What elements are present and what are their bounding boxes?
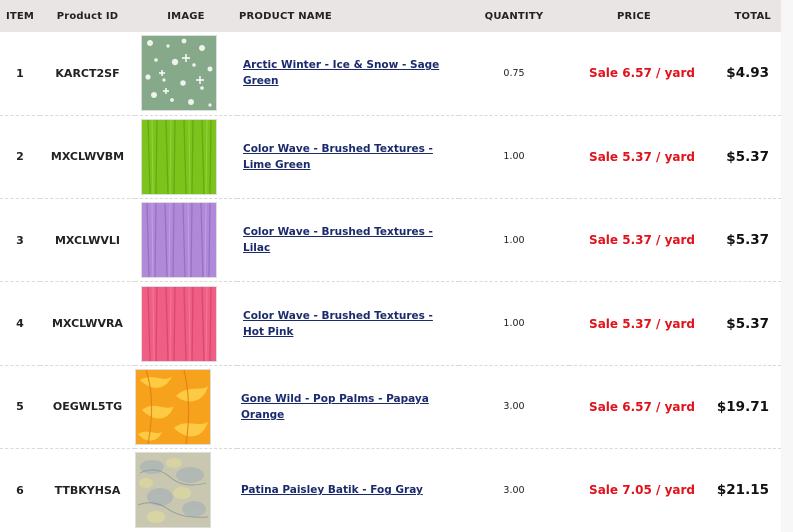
product-name-cell: Color Wave - Brushed Textures - Lime Gre… [237, 115, 459, 198]
sale-price: Sale 5.37 / yard [589, 149, 695, 164]
header-total: TOTAL [734, 10, 771, 22]
table-header-row: ITEM Product ID IMAGE PRODUCT NAME QUANT… [0, 0, 781, 32]
product-swatch-image[interactable] [141, 35, 217, 112]
product-image-cell [135, 115, 237, 198]
product-name-link[interactable]: Color Wave - Brushed Textures - Hot Pink [243, 308, 453, 340]
quantity: 1.00 [503, 151, 525, 163]
line-total: $21.15 [716, 482, 769, 499]
header-quantity: QUANTITY [484, 10, 544, 22]
table-row: 2 MXCLWVBM Color Wave - Brushed Textures… [0, 115, 781, 199]
product-name-link[interactable]: Arctic Winter - Ice & Snow - Sage Green [243, 57, 453, 89]
item-number: 6 [16, 483, 24, 497]
quantity: 1.00 [503, 318, 525, 330]
item-number: 2 [16, 150, 24, 164]
quantity: 3.00 [503, 484, 525, 496]
table-row: 1 KARCT2SF Arctic Winter - Ice & Snow - … [0, 32, 781, 116]
product-image-cell [135, 282, 237, 365]
quantity: 3.00 [503, 401, 525, 413]
item-number: 4 [16, 317, 24, 331]
header-item: ITEM [5, 10, 35, 22]
product-name-cell: Patina Paisley Batik - Fog Gray [237, 448, 459, 531]
quantity: 0.75 [503, 67, 525, 79]
table-row: 3 MXCLWVLI Color Wave - Brushed Textures… [0, 199, 781, 282]
product-image-cell [135, 32, 237, 115]
product-image-cell [135, 199, 237, 282]
product-name-cell: Gone Wild - Pop Palms - Papaya Orange [237, 365, 459, 448]
product-id: MXCLWVLI [54, 233, 120, 247]
product-image-cell [135, 365, 237, 448]
product-name-link[interactable]: Color Wave - Brushed Textures - Lime Gre… [243, 141, 453, 173]
header-price: PRICE [617, 10, 651, 22]
line-total: $5.37 [726, 148, 769, 165]
sale-price: Sale 5.37 / yard [589, 316, 695, 331]
item-number: 5 [16, 400, 24, 414]
cart-table: ITEM Product ID IMAGE PRODUCT NAME QUANT… [0, 0, 781, 532]
product-id: KARCT2SF [55, 66, 120, 80]
product-name-link[interactable]: Gone Wild - Pop Palms - Papaya Orange [241, 391, 451, 423]
line-total: $5.37 [726, 315, 769, 332]
product-name-link[interactable]: Patina Paisley Batik - Fog Gray [241, 482, 423, 498]
sale-price: Sale 6.57 / yard [589, 66, 695, 81]
product-swatch-image[interactable] [135, 368, 211, 445]
table-row: 5 OEGWL5TG Gone Wild - Pop Palms - Papay… [0, 365, 781, 449]
product-swatch-image[interactable] [135, 452, 211, 529]
line-total: $19.71 [716, 398, 769, 415]
product-id: OEGWL5TG [52, 400, 123, 414]
page-edge [781, 0, 793, 532]
line-total: $5.37 [726, 232, 769, 249]
line-total: $4.93 [726, 65, 769, 82]
product-swatch-image[interactable] [141, 118, 217, 195]
product-image-cell [135, 448, 237, 531]
table-row: 4 MXCLWVRA Color Wave - Brushed Textures… [0, 282, 781, 366]
product-name-cell: Color Wave - Brushed Textures - Lilac [237, 199, 459, 282]
header-product-name: PRODUCT NAME [239, 10, 332, 22]
sale-price: Sale 5.37 / yard [589, 233, 695, 248]
product-name-cell: Arctic Winter - Ice & Snow - Sage Green [237, 32, 459, 115]
sale-price: Sale 6.57 / yard [589, 399, 695, 414]
item-number: 1 [16, 66, 24, 80]
product-id: TTBKYHSA [54, 483, 121, 497]
header-product-id: Product ID [56, 10, 119, 22]
product-name-cell: Color Wave - Brushed Textures - Hot Pink [237, 282, 459, 365]
table-row: 6 TTBKYHSA Patina Paisley Batik - Fog Gr… [0, 448, 781, 531]
product-id: MXCLWVRA [52, 317, 123, 331]
cart-table-container: ITEM Product ID IMAGE PRODUCT NAME QUANT… [0, 0, 782, 532]
quantity: 1.00 [503, 234, 525, 246]
product-id: MXCLWVBM [50, 150, 125, 164]
product-swatch-image[interactable] [141, 202, 217, 279]
product-name-link[interactable]: Color Wave - Brushed Textures - Lilac [243, 224, 453, 256]
item-number: 3 [16, 233, 24, 247]
header-image: IMAGE [167, 10, 205, 22]
product-swatch-image[interactable] [141, 285, 217, 362]
sale-price: Sale 7.05 / yard [589, 483, 695, 498]
